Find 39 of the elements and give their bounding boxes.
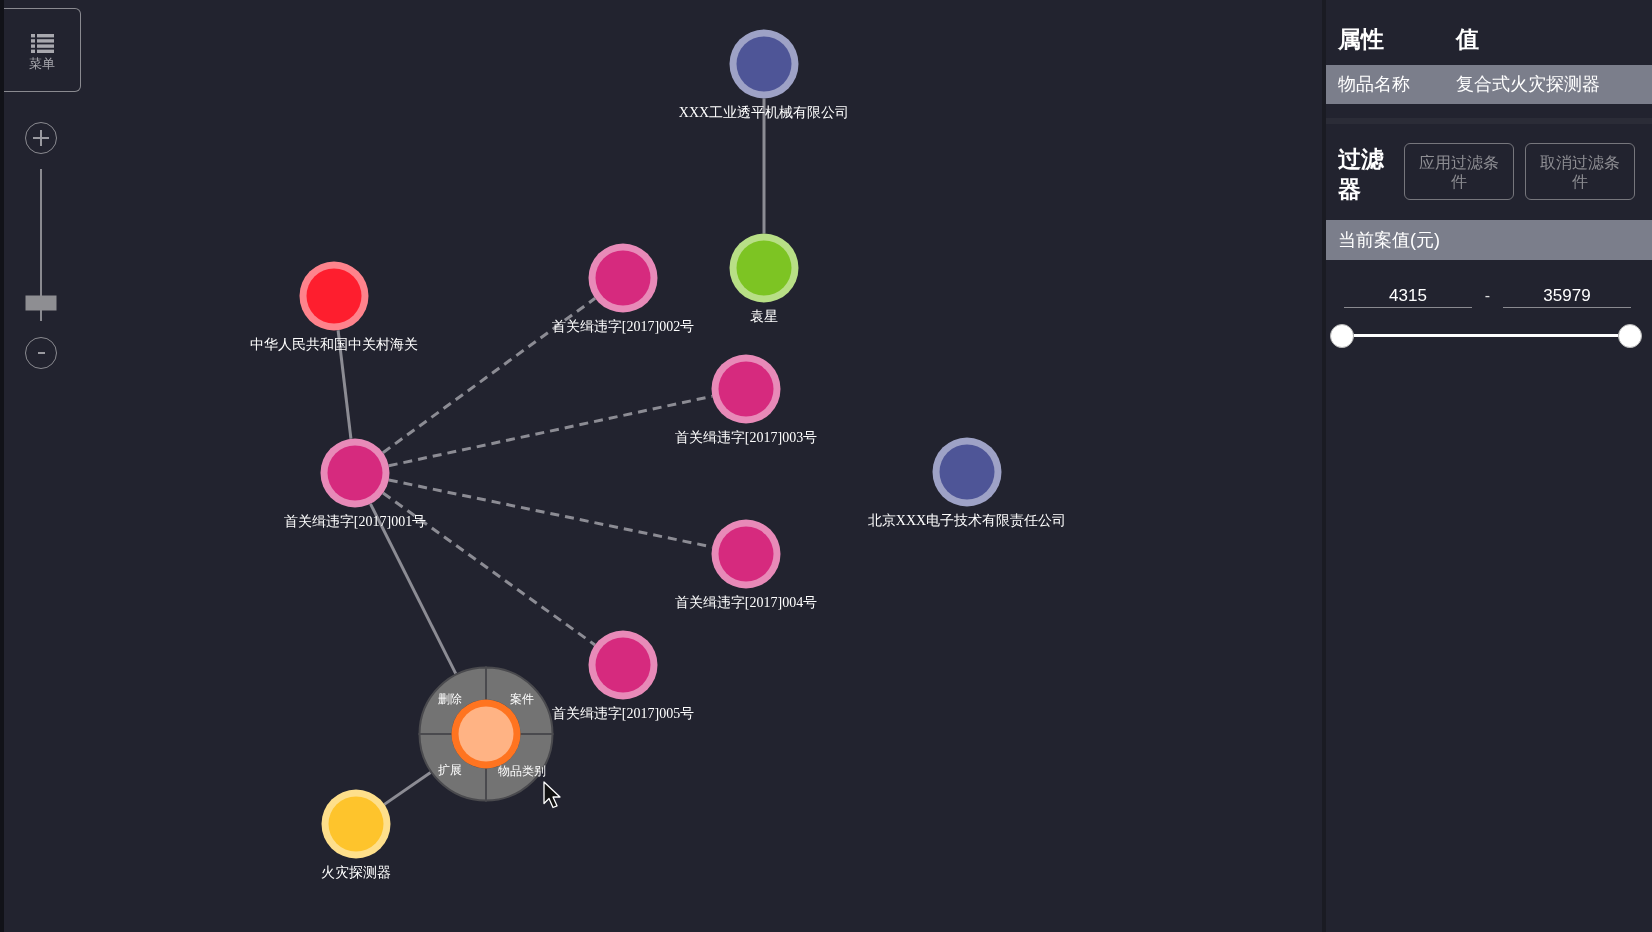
pointer-cursor-icon: [543, 781, 561, 809]
filter-button[interactable]: 应用过滤条件: [1404, 143, 1514, 200]
node-label: 中华人民共和国中关村海关: [250, 336, 418, 352]
range-max-field[interactable]: 35979: [1503, 284, 1631, 308]
graph-node[interactable]: [588, 243, 658, 313]
menu-button[interactable]: 菜单: [4, 8, 81, 92]
graph-node[interactable]: [588, 630, 658, 700]
plus-icon: [33, 130, 49, 146]
node-label: 火灾探测器: [321, 864, 391, 880]
column-header: 属性: [1338, 26, 1385, 55]
graph-node[interactable]: [711, 519, 781, 589]
node-label: 首关缉违字[2017]005号: [551, 705, 695, 721]
graph-node[interactable]: [729, 233, 799, 303]
minus-icon: [37, 352, 45, 354]
graph-node[interactable]: [932, 437, 1002, 507]
slider-handle[interactable]: [1618, 323, 1642, 348]
graph-node[interactable]: [320, 438, 390, 508]
column-header: 值: [1456, 26, 1479, 55]
node-label: 首关缉违字[2017]001号: [283, 513, 427, 529]
filter-title: 过滤器: [1338, 146, 1385, 204]
node-label: XXX工业透平机械有限公司: [678, 104, 850, 120]
node-label: 首关缉违字[2017]003号: [674, 429, 818, 445]
range-min-field[interactable]: 4315: [1344, 284, 1472, 308]
graph-node[interactable]: [729, 29, 799, 99]
range-separator: -: [1483, 286, 1492, 306]
property-name: 物品名称: [1338, 73, 1411, 96]
node-label: 首关缉违字[2017]004号: [674, 594, 818, 610]
property-value: 复合式火灾探测器: [1456, 73, 1600, 96]
slider-thumb[interactable]: [25, 295, 57, 311]
node-label: 袁星: [750, 308, 778, 324]
filter-button[interactable]: 取消过滤条件: [1525, 143, 1635, 200]
graph-node[interactable]: [711, 354, 781, 424]
slider-handle[interactable]: [1330, 323, 1354, 348]
list-icon: [30, 34, 54, 53]
graph-node[interactable]: [321, 789, 391, 859]
filter-field-title: 当前案值(元): [1326, 220, 1652, 260]
node-label: 首关缉违字[2017]002号: [551, 318, 695, 334]
node-label: 北京XXX电子技术有限责任公司: [867, 512, 1067, 528]
graph-node[interactable]: [299, 261, 369, 331]
